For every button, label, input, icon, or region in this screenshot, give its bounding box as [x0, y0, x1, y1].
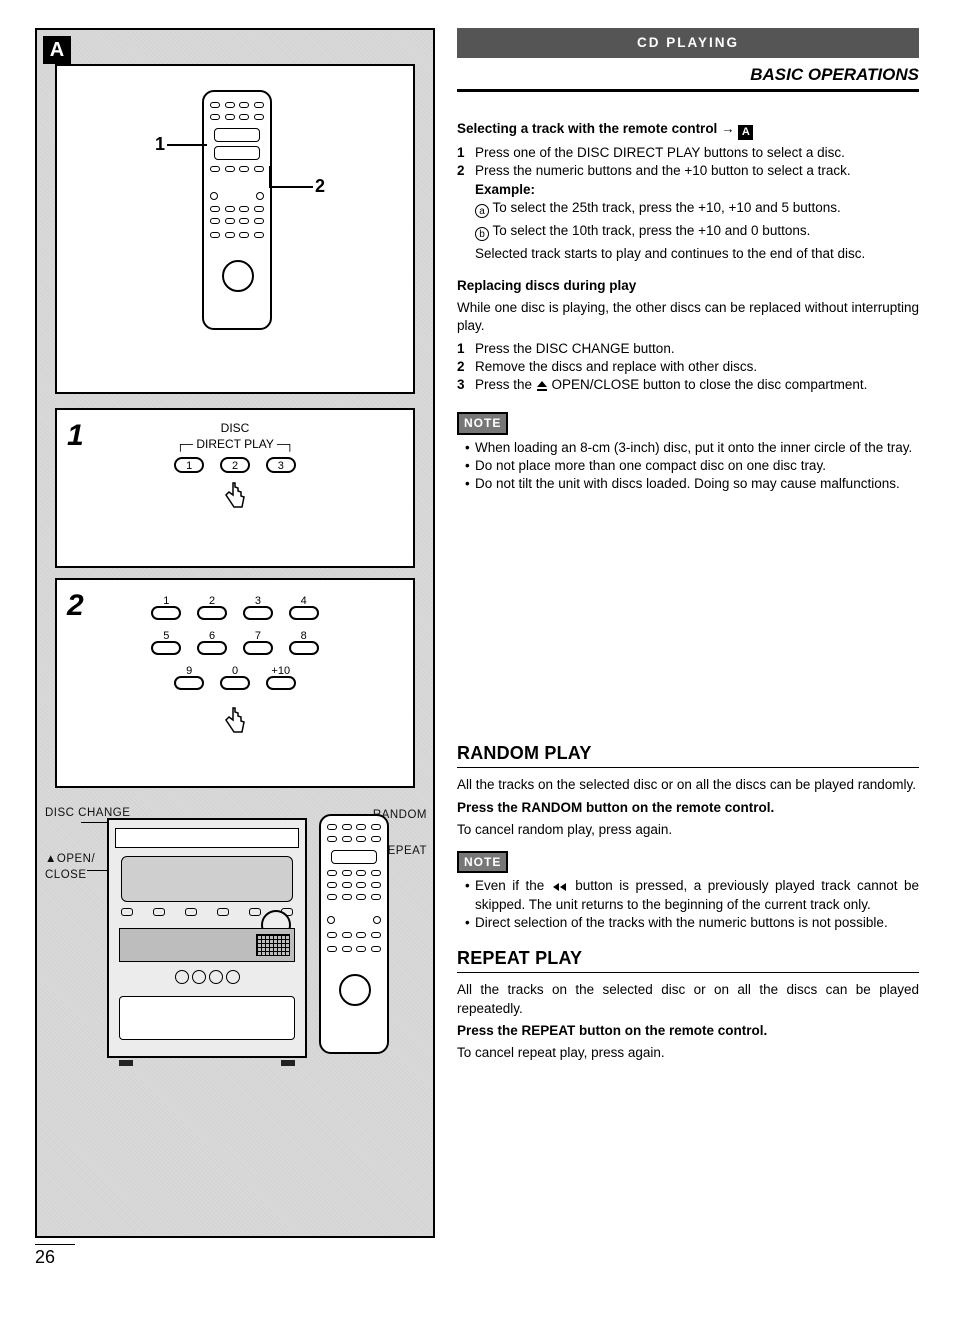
s2-li1: Press the DISC CHANGE button. — [475, 340, 919, 358]
random-p1: All the tracks on the selected disc or o… — [457, 776, 919, 794]
ddplay-label-bottom: DIRECT PLAY — [196, 437, 273, 451]
heading-repeat-play: REPEAT PLAY — [457, 946, 919, 973]
s2-li2: Remove the discs and replace with other … — [475, 358, 919, 376]
s2-li3: Press the OPEN/CLOSE button to close the… — [475, 376, 919, 394]
text-column: CD PLAYING BASIC OPERATIONS Selecting a … — [457, 28, 919, 1269]
sec-selecting-track: Selecting a track with the remote contro… — [457, 120, 919, 263]
page-number: 26 — [35, 1244, 75, 1269]
section-header: CD PLAYING — [457, 28, 919, 58]
note-block-1: NOTE •When loading an 8-cm (3-inch) disc… — [457, 408, 919, 493]
s1-after: Selected track starts to play and contin… — [475, 245, 919, 263]
circled-b-icon: b — [475, 227, 489, 241]
repeat-p2: Press the REPEAT button on the remote co… — [457, 1023, 767, 1038]
label-open-close: ▲OPEN/ CLOSE — [45, 852, 95, 883]
s2-intro: While one disc is playing, the other dis… — [457, 299, 919, 335]
ref-A-badge: A — [738, 125, 753, 140]
s1-li2: Press the numeric buttons and the +10 bu… — [475, 162, 919, 180]
disc-direct-play-block: DISC ┌─ DIRECT PLAY ─┐ 1 2 3 — [57, 420, 413, 511]
remote-outline-small — [319, 814, 389, 1054]
sec1-title: Selecting a track with the remote contro… — [457, 121, 735, 136]
hand-pointer-icon — [57, 481, 413, 511]
disc-direct-3: 3 — [266, 457, 296, 473]
figure-panel-step1: 1 DISC ┌─ DIRECT PLAY ─┐ 1 2 3 — [55, 408, 415, 568]
figure-frame: A 1 2 — [35, 28, 435, 1238]
figure-letter-badge: A — [43, 36, 71, 64]
subsection-header: BASIC OPERATIONS — [457, 64, 919, 92]
repeat-p1: All the tracks on the selected disc or o… — [457, 981, 919, 1017]
remote-outline — [202, 90, 272, 330]
numeric-keypad: 1 2 3 4 5 6 7 8 9 0 +10 — [57, 602, 413, 736]
note-label: NOTE — [457, 412, 508, 434]
stereo-unit-outline — [107, 818, 307, 1058]
example-label: Example: — [475, 181, 919, 199]
manual-page: A 1 2 — [35, 28, 919, 1269]
note-block-2: NOTE • Even if the button is pressed, a … — [457, 847, 919, 932]
figure-column: A 1 2 — [35, 28, 435, 1269]
circled-a-icon: a — [475, 204, 489, 218]
eject-icon — [536, 377, 548, 392]
rewind-icon — [551, 878, 569, 893]
example-b: To select the 10th track, press the +10 … — [493, 223, 811, 238]
random-p3: To cancel random play, press again. — [457, 821, 919, 839]
sec-replacing-discs: Replacing discs during play While one di… — [457, 277, 919, 394]
callout-2: 2 — [315, 174, 325, 198]
note2-b2: Direct selection of the tracks with the … — [475, 914, 919, 932]
random-p2: Press the RANDOM button on the remote co… — [457, 800, 774, 815]
figure-panel-remote: 1 2 — [55, 64, 415, 394]
callout-1: 1 — [155, 132, 165, 156]
figure-panel-stereo: DISC CHANGE ▲OPEN/ CLOSE RANDOM REPEAT — [37, 800, 433, 1110]
example-a: To select the 25th track, press the +10,… — [493, 200, 841, 215]
heading-random-play: RANDOM PLAY — [457, 741, 919, 768]
disc-direct-2: 2 — [220, 457, 250, 473]
repeat-p3: To cancel repeat play, press again. — [457, 1044, 919, 1062]
figure-panel-step2: 2 1 2 3 4 5 6 7 8 9 — [55, 578, 415, 788]
note1-b3: Do not tilt the unit with discs loaded. … — [475, 475, 919, 493]
note1-b1: When loading an 8-cm (3-inch) disc, put … — [475, 439, 919, 457]
s1-li1: Press one of the DISC DIRECT PLAY button… — [475, 144, 919, 162]
note-label: NOTE — [457, 851, 508, 873]
note1-b2: Do not place more than one compact disc … — [475, 457, 919, 475]
hand-pointer-icon — [57, 706, 413, 736]
ddplay-label-top: DISC — [57, 420, 413, 436]
s2-title: Replacing discs during play — [457, 278, 636, 293]
disc-direct-1: 1 — [174, 457, 204, 473]
note2-b1: Even if the button is pressed, a previou… — [475, 877, 919, 913]
